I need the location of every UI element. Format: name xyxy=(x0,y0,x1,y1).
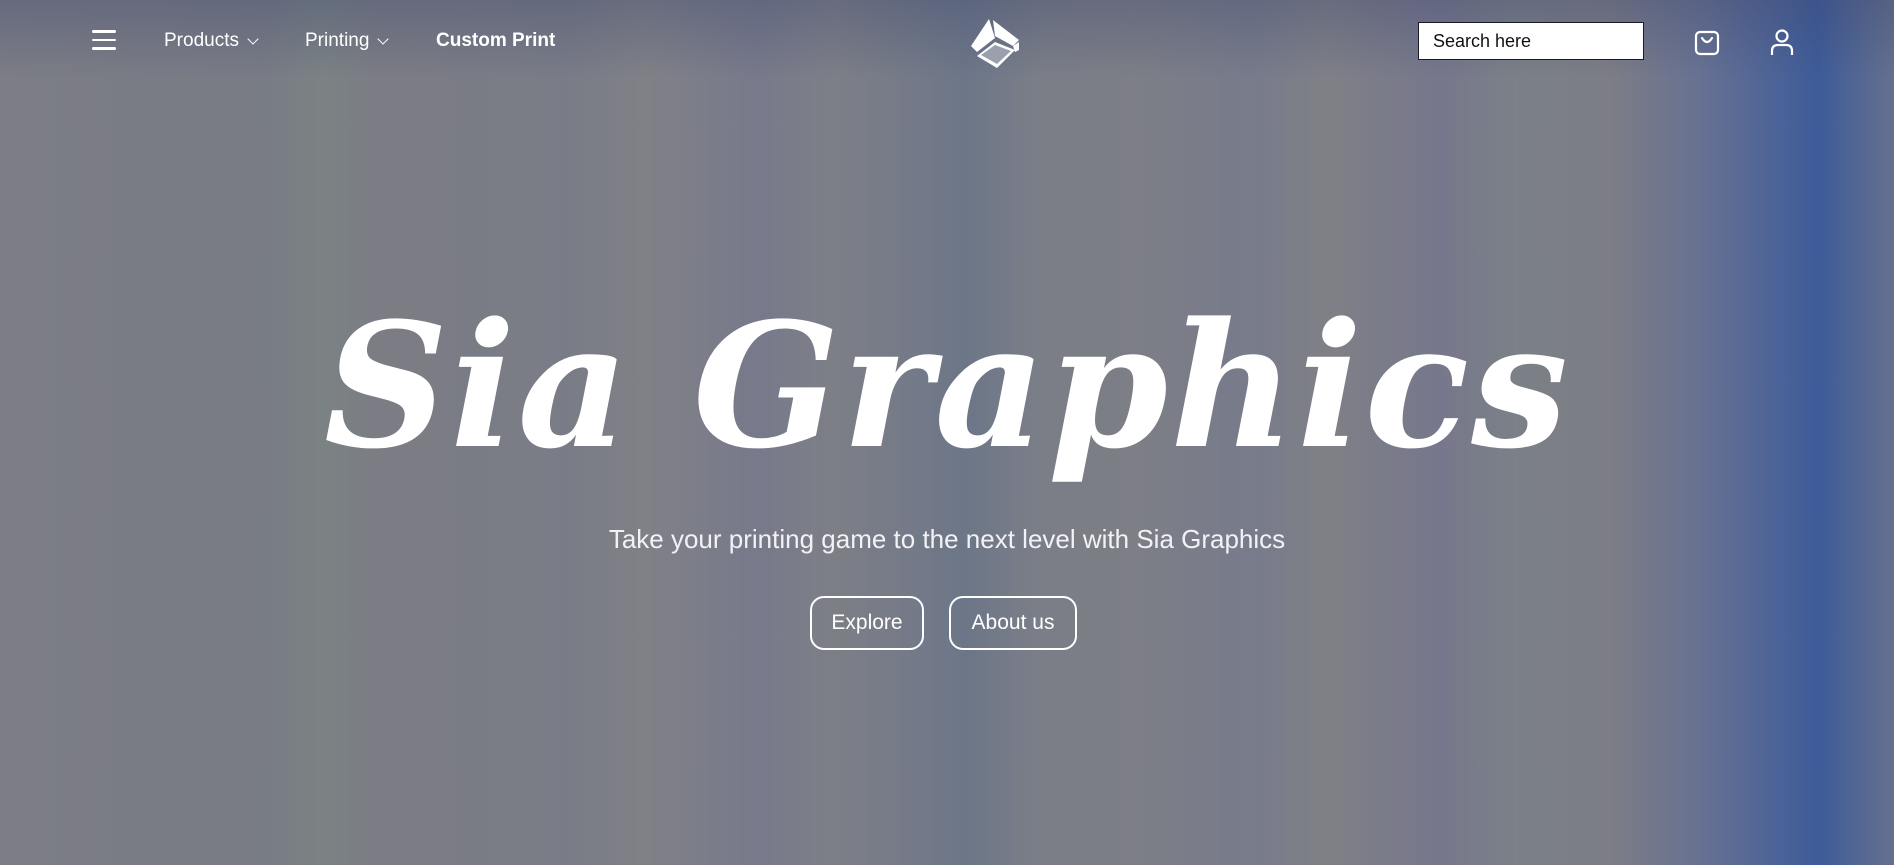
explore-button[interactable]: Explore xyxy=(810,596,924,650)
nav-printing[interactable]: Printing xyxy=(305,30,390,52)
search-input[interactable] xyxy=(1418,22,1644,60)
about-us-button[interactable]: About us xyxy=(949,596,1077,650)
nav-products-label: Products xyxy=(164,30,239,51)
chevron-down-icon xyxy=(247,33,259,45)
shopping-bag-icon[interactable] xyxy=(1692,27,1722,57)
hero-subtitle: Take your printing game to the next leve… xyxy=(608,524,1286,554)
hamburger-menu-icon[interactable] xyxy=(92,30,116,54)
top-navigation: Products Printing Custom Print xyxy=(0,0,1894,84)
hero-title: Sia Graphics xyxy=(323,284,1571,487)
chevron-down-icon xyxy=(377,33,390,45)
nav-custom-print[interactable]: Custom Print xyxy=(436,30,555,52)
nav-printing-label: Printing xyxy=(305,30,370,51)
nav-custom-print-label: Custom Print xyxy=(436,30,556,51)
user-icon[interactable] xyxy=(1767,27,1797,57)
nav-products[interactable]: Products xyxy=(164,30,259,52)
cube-logo-icon[interactable] xyxy=(967,16,1023,70)
